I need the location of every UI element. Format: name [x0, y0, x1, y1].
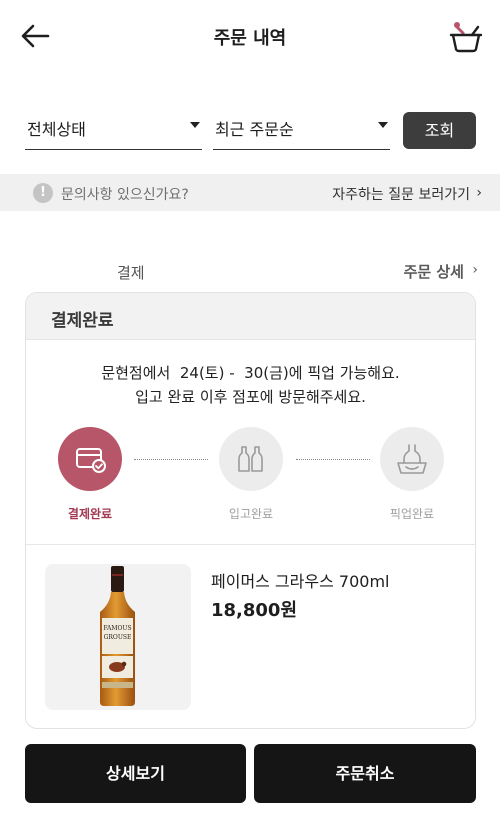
step-stock-complete — [219, 427, 283, 491]
shopping-basket-icon — [449, 22, 483, 53]
caret-down-icon — [190, 122, 200, 128]
bottles-icon — [238, 446, 263, 472]
order-status-title: 결제완료 — [51, 311, 114, 331]
step-label-pickup: 픽업완료 — [389, 507, 435, 521]
product-image[interactable]: FAMOUS GROUSE — [45, 564, 191, 710]
step-connector — [134, 459, 208, 460]
sort-select-value: 최근 주문순 — [215, 120, 294, 139]
status-select[interactable]: 전체상태 — [25, 108, 202, 150]
product-price: 18,800원 — [211, 600, 298, 621]
view-detail-button[interactable]: 상세보기 — [25, 744, 246, 803]
inquiry-banner: ! 문의사항 있으신가요? 자주하는 질문 보러가기 › — [0, 174, 500, 211]
product-name: 페이머스 그라우스 700ml — [211, 572, 390, 591]
pickup-message: 문현점에서 24(토) - 30(금)에 픽업 가능해요. 입고 완료 이후 점… — [26, 361, 475, 409]
faq-link[interactable]: 자주하는 질문 보러가기 — [332, 184, 470, 204]
filter-bar: 전체상태 최근 주문순 조회 — [0, 108, 500, 152]
order-status-header: 결제완료 — [26, 293, 475, 340]
step-payment-complete — [58, 427, 122, 491]
page-title: 주문 내역 — [213, 28, 287, 49]
sort-select[interactable]: 최근 주문순 — [213, 108, 390, 150]
order-header: 결제 주문 상세 › — [0, 262, 500, 284]
app-header: 주문 내역 — [0, 0, 500, 72]
whisky-bottle-image: FAMOUS GROUSE — [100, 566, 135, 706]
pickup-message-line1: 문현점에서 24(토) - 30(금)에 픽업 가능해요. — [101, 364, 400, 382]
cancel-order-button[interactable]: 주문취소 — [254, 744, 476, 803]
bottle-label-famous: FAMOUS — [103, 625, 131, 632]
inquiry-text: 문의사항 있으신가요? — [61, 187, 189, 203]
status-select-value: 전체상태 — [27, 120, 86, 139]
step-label-payment: 결제완료 — [67, 507, 113, 521]
step-label-stock: 입고완료 — [228, 507, 274, 521]
step-pickup-complete — [380, 427, 444, 491]
bottle-label-grouse: GROUSE — [104, 634, 132, 641]
order-card: 결제완료 문현점에서 24(토) - 30(금)에 픽업 가능해요. 입고 완료… — [25, 292, 476, 729]
bag-icon — [397, 444, 427, 474]
pickup-message-line2: 입고 완료 이후 점포에 방문해주세요. — [135, 388, 366, 406]
chevron-right-icon: › — [476, 185, 482, 201]
chevron-right-icon: › — [472, 262, 478, 278]
card-check-icon — [76, 448, 106, 473]
cart-button[interactable] — [448, 16, 484, 56]
caret-down-icon — [378, 122, 388, 128]
info-icon: ! — [33, 183, 53, 203]
payment-label: 결제 — [117, 264, 145, 282]
step-connector — [296, 459, 370, 460]
divider — [26, 544, 475, 545]
search-button[interactable]: 조회 — [403, 112, 476, 149]
order-detail-link[interactable]: 주문 상세 — [404, 261, 464, 282]
